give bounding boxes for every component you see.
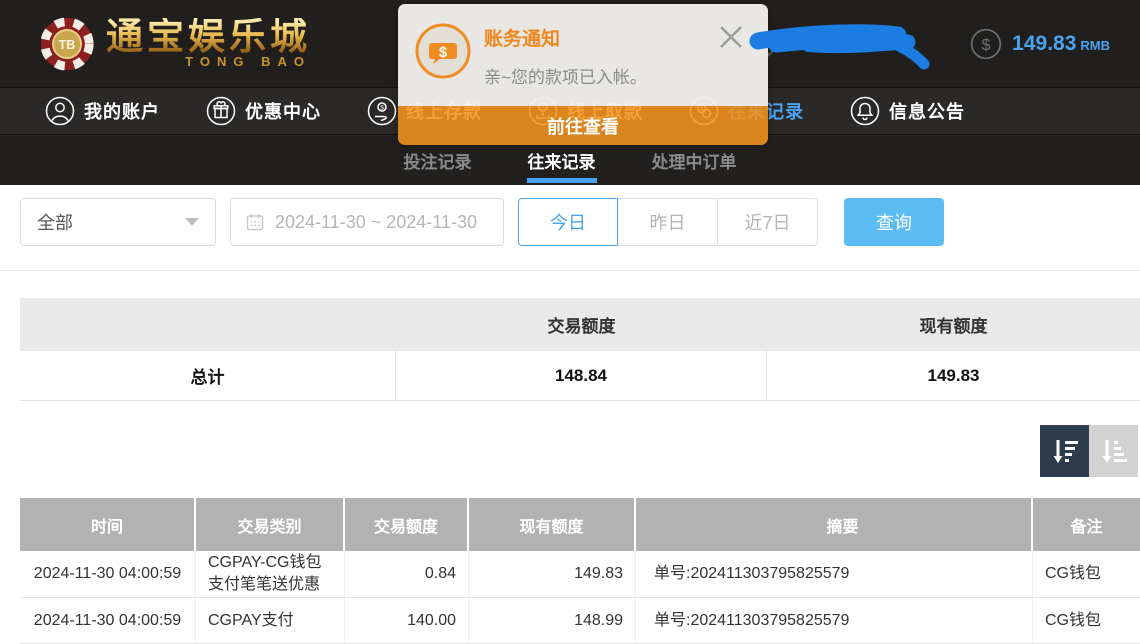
col-header-type: 交易类别	[196, 498, 345, 551]
quick-today-button[interactable]: 今日	[518, 198, 618, 246]
brand-name-en: TONG BAO	[185, 54, 311, 69]
table-row: 2024-11-30 04:00:59 CGPAY支付 140.00 148.9…	[20, 598, 1140, 644]
sort-descending-icon	[1050, 436, 1080, 466]
summary-total-row: 总计 148.84 149.83	[20, 351, 1140, 401]
svg-text:$: $	[439, 44, 448, 61]
notification-message: 亲~您的款项已入帐。	[484, 63, 647, 88]
notification-title: 账务通知	[484, 24, 647, 51]
summary-trade-amount: 148.84	[396, 351, 767, 400]
user-icon	[45, 96, 75, 126]
summary-table: 交易额度 现有额度 总计 148.84 149.83	[20, 298, 1140, 401]
calendar-icon	[245, 212, 265, 232]
sort-ascending-icon	[1099, 436, 1129, 466]
transactions-table: 时间 交易类别 交易额度 现有额度 摘要 备注 2024-11-30 04:00…	[20, 498, 1140, 644]
nav-item-my-account[interactable]: 我的账户	[45, 96, 160, 126]
col-header-current-amount: 现有额度	[469, 498, 636, 551]
summary-header-row: 交易额度 现有额度	[20, 298, 1140, 351]
deposit-coin-icon: $	[367, 96, 397, 126]
casino-chip-logo-icon: TB	[38, 15, 96, 73]
balance-currency: RMB	[1080, 38, 1110, 53]
chevron-down-icon	[185, 218, 199, 226]
balance-amount: 149.83	[1012, 32, 1076, 55]
username-text: chengxx90	[786, 33, 878, 55]
balance-display[interactable]: $ 149.83 RMB	[970, 28, 1110, 60]
summary-total-label: 总计	[20, 351, 396, 400]
date-range-input[interactable]: 2024-11-30 ~ 2024-11-30	[230, 198, 504, 246]
col-header-time: 时间	[20, 498, 196, 551]
col-header-summary: 摘要	[636, 498, 1033, 551]
col-header-trade-amount: 交易额度	[345, 498, 469, 551]
sort-controls	[0, 425, 1138, 477]
category-select[interactable]: 全部	[20, 198, 216, 246]
summary-current-amount: 149.83	[767, 351, 1140, 400]
nav-item-promotions[interactable]: 优惠中心	[206, 96, 321, 126]
quick-date-group: 今日 昨日 近7日	[518, 198, 818, 246]
svg-text:$: $	[380, 105, 384, 112]
notification-body: $ 账务通知 亲~您的款项已入帐。	[398, 4, 768, 106]
nav-item-announcements[interactable]: 信息公告	[850, 96, 965, 126]
svg-text:$: $	[982, 36, 991, 53]
user-area: chengxx90 $ 149.83 RMB	[744, 28, 1110, 60]
table-header-row: 时间 交易类别 交易额度 现有额度 摘要 备注	[20, 498, 1140, 551]
col-header-remark: 备注	[1033, 498, 1140, 551]
search-button[interactable]: 查询	[844, 198, 944, 246]
gift-icon	[206, 96, 236, 126]
notification-popup: $ 账务通知 亲~您的款项已入帐。 前往查看	[398, 4, 768, 145]
quick-last7days-button[interactable]: 近7日	[718, 198, 818, 246]
table-row: 2024-11-30 04:00:59 CGPAY-CG钱包支付笔笔送优惠 0.…	[20, 551, 1140, 598]
summary-header-current: 现有额度	[767, 298, 1140, 351]
close-icon[interactable]	[716, 22, 746, 52]
summary-header-trade: 交易额度	[396, 298, 767, 351]
svg-text:TB: TB	[59, 37, 76, 51]
filter-bar: 全部 2024-11-30 ~ 2024-11-30 今日 昨日 近7日 查询	[20, 197, 1140, 247]
section-divider	[0, 270, 1140, 271]
sort-descending-button[interactable]	[1040, 425, 1089, 477]
dollar-coin-icon: $	[970, 28, 1002, 60]
bell-icon	[850, 96, 880, 126]
quick-yesterday-button[interactable]: 昨日	[618, 198, 718, 246]
sort-ascending-button[interactable]	[1089, 425, 1138, 477]
go-view-button[interactable]: 前往查看	[398, 106, 768, 145]
money-message-icon: $	[414, 22, 472, 80]
brand-logo[interactable]: TB 通宝娱乐城 TONG BAO	[38, 15, 311, 73]
brand-name-cn: 通宝娱乐城	[106, 18, 311, 57]
